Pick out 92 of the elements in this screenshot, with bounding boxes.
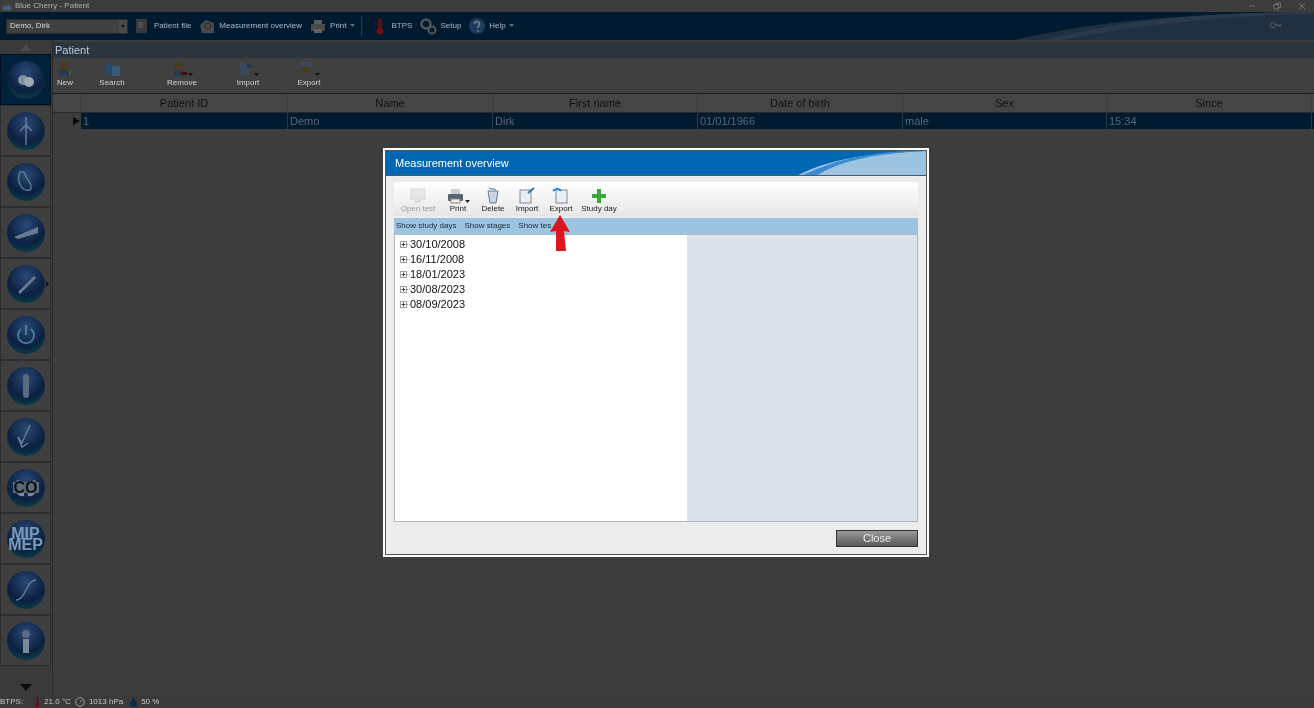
sidebar-button[interactable] (0, 207, 51, 258)
plus-icon (590, 187, 608, 204)
status-label: BTPS: (0, 695, 24, 708)
table-cell: 15:34 (1107, 113, 1312, 129)
document-import-icon (518, 187, 536, 204)
document-import-icon (237, 60, 254, 77)
tree-item[interactable]: 30/10/2008 (410, 236, 466, 253)
sphere-icon (5, 620, 46, 661)
dialog-titlebar: Measurement overview (386, 151, 926, 176)
caret-icon (188, 73, 193, 77)
documents-icon (103, 60, 121, 77)
key-icon (1270, 21, 1282, 29)
toolbar-button[interactable]: Measurement overview (196, 14, 305, 38)
icon-label: MIP (11, 527, 40, 539)
gears-icon (419, 17, 438, 35)
table-cell: Dirk (493, 113, 698, 129)
toolbar-button[interactable]: Delete (476, 187, 510, 214)
filter-link[interactable]: Show study days (396, 220, 457, 232)
gauge-icon (74, 696, 85, 707)
tree-item[interactable]: 18/01/2023 (410, 266, 466, 283)
caret-icon (464, 200, 470, 204)
expand-toggle[interactable] (400, 286, 407, 293)
sphere-icon (5, 59, 46, 100)
drop-icon (130, 696, 138, 707)
tree-item[interactable]: 08/09/2023 (410, 296, 466, 313)
filter-link[interactable]: Show tes (518, 220, 552, 232)
minimize-icon (1248, 2, 1256, 10)
printer-icon (446, 187, 465, 204)
table-cell: 1 (81, 113, 288, 129)
table-cell: 01/01/1966 (698, 113, 903, 129)
trash-bin-icon (484, 187, 502, 204)
monitor-icon (409, 187, 427, 204)
sphere-icon (5, 314, 46, 355)
document-export-icon (552, 187, 570, 204)
toolbar-button[interactable]: Import (217, 60, 279, 88)
caret-icon (254, 73, 259, 77)
tree-item[interactable]: 30/08/2023 (410, 281, 466, 298)
caret-icon (349, 24, 355, 28)
toolbar-button[interactable]: Setup (417, 14, 464, 38)
toolbar-button[interactable]: Print (440, 187, 476, 214)
sphere-icon (5, 212, 46, 253)
caret-icon (315, 73, 320, 77)
sidebar-button[interactable]: MIP MEP (0, 513, 51, 564)
cherry-icon (2, 1, 12, 11)
filter-link[interactable]: Show stages (464, 220, 511, 232)
toolbar-button[interactable]: Import (510, 187, 544, 214)
sphere-icon (5, 161, 46, 202)
printer-icon (309, 17, 328, 35)
toolbar-button[interactable]: Export (544, 187, 578, 214)
expand-toggle[interactable] (400, 256, 407, 263)
table-cell: male (903, 113, 1107, 129)
sphere-icon (5, 518, 46, 559)
toolbar-button[interactable]: Patient file (131, 14, 194, 38)
toolbar-button[interactable]: Print (307, 14, 357, 38)
person-remove-icon (171, 60, 188, 77)
toolbar-button[interactable]: Study day (578, 187, 620, 214)
toolbar-button[interactable]: Export (279, 60, 339, 88)
scroll-down-icon (19, 684, 32, 691)
toolbar-button[interactable]: BTPS (368, 14, 415, 38)
tree-item[interactable]: 16/11/2008 (410, 251, 465, 268)
section-header: Patient (53, 42, 1314, 58)
status-pressure: 1013 hPa (88, 695, 124, 708)
sidebar-button[interactable] (0, 615, 51, 666)
toolbar-button[interactable]: New (53, 60, 77, 88)
patient-combobox[interactable]: Demo, Dirk (6, 18, 128, 34)
sphere-icon (5, 416, 46, 457)
toolbar-button[interactable]: Remove (147, 60, 217, 88)
sphere-icon (5, 365, 46, 406)
sidebar-button[interactable] (0, 54, 51, 105)
sidebar-button[interactable] (0, 309, 51, 360)
annotation-arrow (549, 215, 571, 251)
row-pointer-icon (73, 117, 80, 125)
sphere-icon (5, 263, 46, 304)
expand-toggle[interactable] (400, 241, 407, 248)
toolbar-button[interactable]: Search (77, 60, 147, 88)
sphere-icon (5, 110, 46, 151)
sphere-icon (5, 569, 46, 610)
window-title: Blue Cherry - Patient (15, 2, 90, 10)
close-icon (1298, 2, 1306, 10)
caret-icon (508, 24, 514, 28)
status-temperature: 21.0 °C (44, 695, 71, 708)
icon-label: MEP (8, 538, 43, 550)
icon-label: CO (12, 482, 39, 493)
help-icon (468, 17, 487, 35)
status-humidity: 50 % (141, 695, 160, 708)
restore-icon (1273, 2, 1281, 10)
expand-toggle[interactable] (400, 271, 407, 278)
thermometer-icon (35, 696, 41, 707)
toolbar-button[interactable]: Help (466, 14, 516, 38)
table-cell: Demo (288, 113, 493, 129)
expand-toggle[interactable] (400, 301, 407, 308)
close-button[interactable]: Close (836, 529, 918, 547)
